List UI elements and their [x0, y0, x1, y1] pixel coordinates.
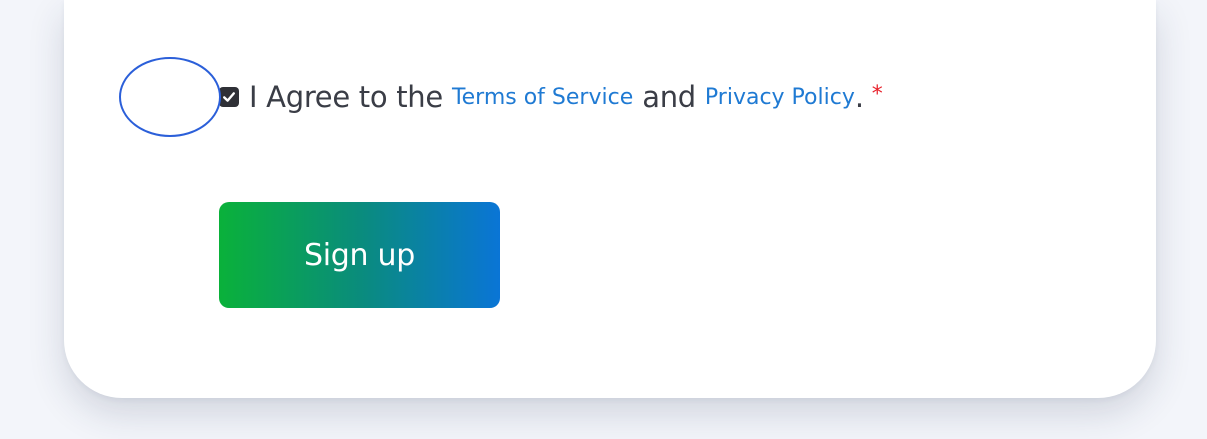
signup-form-card: I Agree to the Terms of Service and Priv… [64, 0, 1156, 398]
checkmark-icon [223, 92, 235, 102]
required-asterisk: * [871, 81, 883, 107]
privacy-policy-link[interactable]: Privacy Policy [705, 85, 855, 110]
agree-checkbox[interactable] [219, 87, 239, 107]
agree-label-conjunction: and [642, 80, 696, 114]
agree-label-suffix: . [854, 80, 864, 114]
terms-agreement-row: I Agree to the Terms of Service and Priv… [219, 79, 883, 115]
terms-of-service-link[interactable]: Terms of Service [452, 85, 633, 110]
agree-label-prefix: I Agree to the [249, 80, 443, 114]
sign-up-button[interactable]: Sign up [219, 202, 500, 308]
